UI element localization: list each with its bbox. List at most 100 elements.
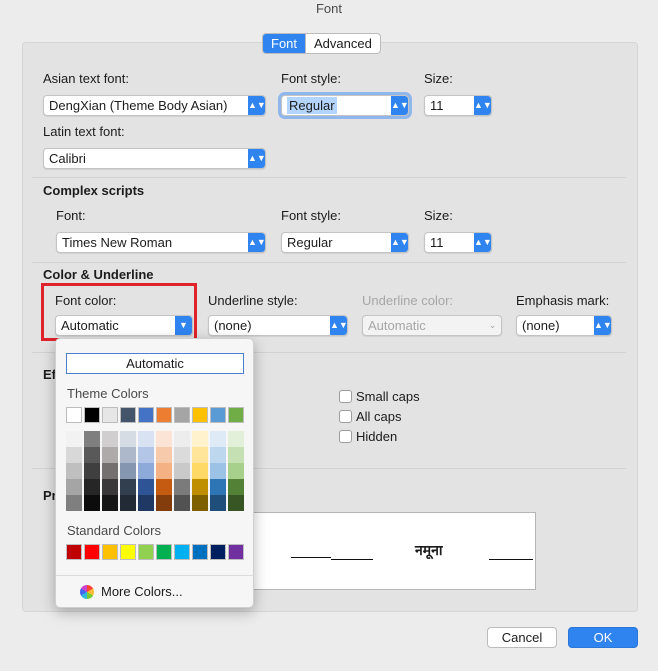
theme-shade-swatch[interactable] [84, 495, 100, 511]
asian-style-select[interactable]: Regular ▲▼ [281, 95, 409, 116]
latin-font-select[interactable]: Calibri ▲▼ [43, 148, 266, 169]
theme-shade-swatch[interactable] [210, 495, 226, 511]
theme-shade-swatch[interactable] [138, 447, 154, 463]
standard-color-swatch[interactable] [210, 544, 226, 560]
theme-shade-swatch[interactable] [120, 431, 136, 447]
theme-shade-swatch[interactable] [210, 447, 226, 463]
theme-shade-swatch[interactable] [138, 479, 154, 495]
theme-color-swatch[interactable] [84, 407, 100, 423]
theme-shade-swatch[interactable] [192, 495, 208, 511]
theme-color-swatch[interactable] [210, 407, 226, 423]
theme-shade-swatch[interactable] [66, 447, 82, 463]
underline-style-label: Underline style: [208, 293, 298, 308]
theme-shade-swatch[interactable] [156, 495, 172, 511]
theme-shade-swatch[interactable] [228, 463, 244, 479]
theme-shade-swatch[interactable] [174, 479, 190, 495]
theme-shade-swatch[interactable] [120, 479, 136, 495]
theme-shade-swatch[interactable] [156, 447, 172, 463]
theme-shade-swatch[interactable] [120, 495, 136, 511]
chevron-updown-icon: ▲▼ [330, 316, 347, 335]
theme-colors-label: Theme Colors [67, 386, 149, 401]
theme-color-swatch[interactable] [120, 407, 136, 423]
theme-shade-swatch[interactable] [102, 479, 118, 495]
theme-shade-swatch[interactable] [66, 479, 82, 495]
theme-shade-swatch[interactable] [174, 447, 190, 463]
theme-shade-swatch[interactable] [210, 479, 226, 495]
theme-shade-swatch[interactable] [66, 431, 82, 447]
theme-shade-swatch[interactable] [84, 479, 100, 495]
theme-color-swatch[interactable] [174, 407, 190, 423]
all-caps-checkbox[interactable] [339, 410, 352, 423]
preview-area: नमूना [232, 512, 536, 590]
complex-style-select[interactable]: Regular ▲▼ [281, 232, 409, 253]
standard-color-swatch[interactable] [66, 544, 82, 560]
theme-shade-swatch[interactable] [84, 447, 100, 463]
theme-shade-swatch[interactable] [210, 431, 226, 447]
theme-shade-swatch[interactable] [66, 495, 82, 511]
automatic-color-button[interactable]: Automatic [66, 353, 244, 374]
theme-shade-swatch[interactable] [228, 479, 244, 495]
theme-shade-swatch[interactable] [102, 447, 118, 463]
theme-color-swatch[interactable] [228, 407, 244, 423]
ok-button[interactable]: OK [568, 627, 638, 648]
theme-shade-swatch[interactable] [138, 431, 154, 447]
standard-color-swatch[interactable] [228, 544, 244, 560]
tab-advanced[interactable]: Advanced [305, 34, 380, 53]
small-caps-label: Small caps [356, 389, 420, 404]
theme-color-swatch[interactable] [66, 407, 82, 423]
theme-shade-swatch[interactable] [192, 431, 208, 447]
complex-font-select[interactable]: Times New Roman ▲▼ [56, 232, 266, 253]
standard-color-swatch[interactable] [156, 544, 172, 560]
cancel-button[interactable]: Cancel [487, 627, 557, 648]
theme-shade-swatch[interactable] [192, 463, 208, 479]
theme-shade-swatch[interactable] [210, 463, 226, 479]
theme-shade-swatch[interactable] [192, 447, 208, 463]
complex-style-value: Regular [287, 235, 333, 250]
standard-color-swatch[interactable] [192, 544, 208, 560]
theme-shade-swatch[interactable] [102, 431, 118, 447]
theme-shade-swatch[interactable] [156, 463, 172, 479]
asian-size-select[interactable]: 11 ▲▼ [424, 95, 492, 116]
theme-shade-swatch[interactable] [102, 463, 118, 479]
theme-shade-swatch[interactable] [156, 479, 172, 495]
theme-shade-swatch[interactable] [66, 463, 82, 479]
chevron-down-icon: ⌄ [488, 320, 497, 330]
theme-shade-swatch[interactable] [102, 495, 118, 511]
emphasis-mark-select[interactable]: (none) ▲▼ [516, 315, 612, 336]
emphasis-mark-label: Emphasis mark: [516, 293, 610, 308]
theme-shade-swatch[interactable] [228, 447, 244, 463]
standard-color-swatch[interactable] [174, 544, 190, 560]
standard-color-swatch[interactable] [138, 544, 154, 560]
theme-shade-swatch[interactable] [84, 463, 100, 479]
theme-shade-swatch[interactable] [120, 463, 136, 479]
complex-size-select[interactable]: 11 ▲▼ [424, 232, 492, 253]
theme-shade-swatch[interactable] [138, 463, 154, 479]
theme-color-swatch[interactable] [192, 407, 208, 423]
theme-shade-swatch[interactable] [138, 495, 154, 511]
theme-color-swatch[interactable] [102, 407, 118, 423]
chevron-updown-icon: ▲▼ [391, 96, 408, 115]
asian-font-value: DengXian (Theme Body Asian) [49, 98, 228, 113]
complex-scripts-heading: Complex scripts [43, 183, 145, 198]
hidden-checkbox[interactable] [339, 430, 352, 443]
standard-color-swatch[interactable] [84, 544, 100, 560]
more-colors-item[interactable]: More Colors... [101, 584, 183, 599]
standard-color-swatch[interactable] [120, 544, 136, 560]
theme-shade-swatch[interactable] [228, 495, 244, 511]
theme-shade-swatch[interactable] [174, 463, 190, 479]
underline-style-select[interactable]: (none) ▲▼ [208, 315, 348, 336]
theme-shade-swatch[interactable] [174, 431, 190, 447]
theme-color-swatch[interactable] [138, 407, 154, 423]
theme-shade-swatch[interactable] [228, 431, 244, 447]
chevron-updown-icon: ▲▼ [248, 233, 265, 252]
theme-shade-swatch[interactable] [174, 495, 190, 511]
small-caps-checkbox[interactable] [339, 390, 352, 403]
theme-shade-swatch[interactable] [156, 431, 172, 447]
theme-shade-swatch[interactable] [84, 431, 100, 447]
theme-shade-swatch[interactable] [192, 479, 208, 495]
standard-color-swatch[interactable] [102, 544, 118, 560]
theme-shade-swatch[interactable] [120, 447, 136, 463]
asian-font-select[interactable]: DengXian (Theme Body Asian) ▲▼ [43, 95, 266, 116]
tab-font[interactable]: Font [263, 34, 306, 53]
theme-color-swatch[interactable] [156, 407, 172, 423]
